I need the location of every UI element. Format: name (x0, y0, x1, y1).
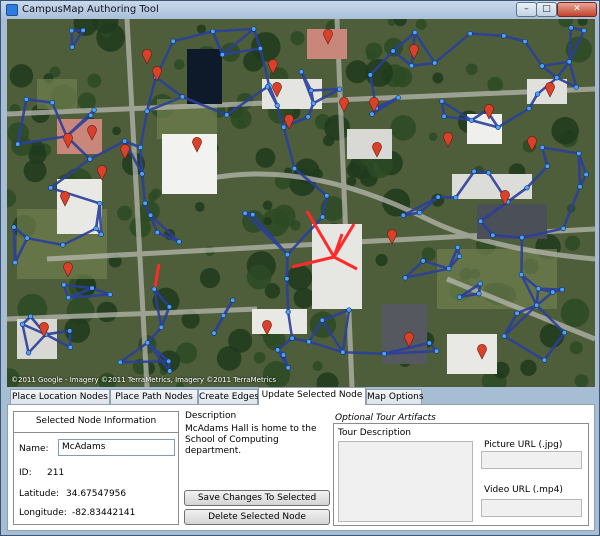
tour-description-label: Tour Description (338, 428, 411, 438)
map-view[interactable]: ©2011 Google - Imagery ©2011 TerraMetric… (7, 19, 595, 387)
delete-node-button[interactable]: Delete Selected Node (184, 509, 330, 525)
id-label: ID: (19, 468, 32, 478)
id-value: 211 (47, 468, 65, 478)
description-label: Description (185, 411, 237, 421)
tab-map-options[interactable]: Map Options (366, 389, 424, 404)
picture-url-input[interactable] (481, 451, 582, 469)
app-window: CampusMap Authoring Tool – □ ✕ ©2011 Goo… (0, 0, 600, 536)
video-url-label: Video URL (.mp4) (484, 485, 563, 495)
selected-node-group: Selected Node Information Name: McAdams … (13, 411, 179, 525)
artifacts-header: Optional Tour Artifacts (335, 413, 436, 423)
latitude-value: 34.67547956 (66, 489, 127, 499)
tab-update-selected-node[interactable]: Update Selected Node (258, 387, 366, 405)
video-url-input[interactable] (481, 499, 582, 517)
title-bar[interactable]: CampusMap Authoring Tool – □ ✕ (1, 1, 599, 19)
name-label: Name: (19, 444, 49, 454)
close-button[interactable]: ✕ (557, 2, 597, 17)
name-input[interactable]: McAdams (58, 439, 175, 456)
latitude-label: Latitude: (19, 489, 60, 499)
update-node-panel: Selected Node Information Name: McAdams … (7, 404, 595, 531)
maximize-button[interactable]: □ (536, 2, 557, 17)
satellite-map[interactable] (7, 19, 595, 387)
tab-bar: Place Location Nodes Place Path Nodes Cr… (7, 387, 595, 405)
tab-place-path-nodes[interactable]: Place Path Nodes (110, 389, 198, 404)
tour-artifacts-group: Tour Description Picture URL (.jpg) Vide… (333, 423, 589, 526)
tour-description-input[interactable] (338, 441, 473, 522)
minimize-button[interactable]: – (516, 2, 537, 17)
app-icon (6, 4, 18, 16)
map-attribution: ©2011 Google - Imagery ©2011 TerraMetric… (11, 376, 277, 384)
longitude-label: Longitude: (19, 508, 67, 518)
tab-create-edges[interactable]: Create Edges (198, 389, 259, 404)
tab-place-location-nodes[interactable]: Place Location Nodes (10, 389, 110, 404)
selected-node-header: Selected Node Information (14, 412, 178, 433)
save-changes-button[interactable]: Save Changes To Selected (184, 490, 330, 506)
window-title: CampusMap Authoring Tool (22, 4, 159, 15)
description-text[interactable]: McAdams Hall is home to the School of Co… (185, 424, 330, 457)
picture-url-label: Picture URL (.jpg) (484, 440, 563, 450)
longitude-value: -82.83442141 (72, 508, 136, 518)
